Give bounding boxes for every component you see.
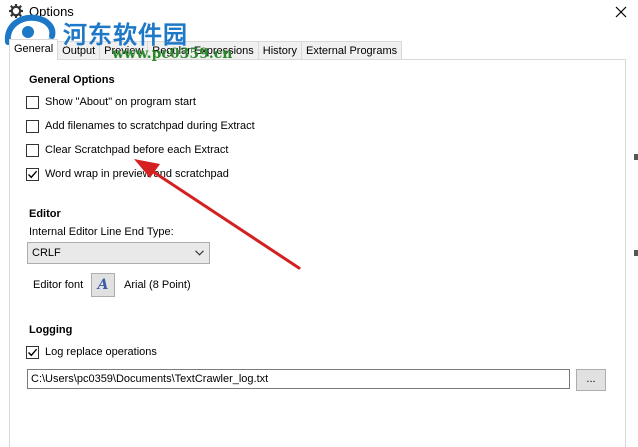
word-wrap-label: Word wrap in preview and scratchpad xyxy=(45,168,229,180)
word-wrap-checkbox-row[interactable]: Word wrap in preview and scratchpad xyxy=(26,166,229,182)
close-icon xyxy=(615,6,627,18)
clear-scratchpad-label: Clear Scratchpad before each Extract xyxy=(45,144,229,156)
line-end-type-select[interactable]: CRLF xyxy=(27,242,210,264)
checkmark-icon xyxy=(28,348,38,356)
show-about-label: Show "About" on program start xyxy=(45,96,196,108)
checkmark-icon xyxy=(28,170,38,178)
add-filenames-checkbox[interactable] xyxy=(26,119,39,133)
general-options-heading: General Options xyxy=(29,74,115,86)
watermark-url: www.pc0359.cn xyxy=(112,46,233,62)
line-end-type-value: CRLF xyxy=(32,247,61,259)
edge-mark xyxy=(634,250,638,256)
clear-scratchpad-checkbox[interactable] xyxy=(26,143,39,157)
editor-heading: Editor xyxy=(29,208,61,220)
font-picker-button[interactable]: A xyxy=(91,273,115,297)
log-replace-checkbox[interactable] xyxy=(26,345,39,359)
clear-scratchpad-checkbox-row[interactable]: Clear Scratchpad before each Extract xyxy=(26,142,228,158)
log-path-input[interactable]: C:\Users\pc0359\Documents\TextCrawler_lo… xyxy=(27,369,570,389)
watermark-text: 河东软件园 xyxy=(63,20,188,49)
word-wrap-checkbox[interactable] xyxy=(26,167,39,181)
options-window: Options General Output Preview Regular E… xyxy=(0,0,638,447)
add-filenames-label: Add filenames to scratchpad during Extra… xyxy=(45,120,255,132)
add-filenames-checkbox-row[interactable]: Add filenames to scratchpad during Extra… xyxy=(26,118,255,134)
close-button[interactable] xyxy=(604,0,638,24)
line-end-type-label: Internal Editor Line End Type: xyxy=(29,226,174,238)
browse-log-path-button[interactable]: ... xyxy=(576,369,606,391)
editor-font-value: Arial (8 Point) xyxy=(124,279,191,291)
edge-mark xyxy=(634,154,638,160)
tab-general[interactable]: General xyxy=(9,39,59,60)
show-about-checkbox-row[interactable]: Show "About" on program start xyxy=(26,94,196,110)
font-icon: A xyxy=(97,277,109,293)
editor-font-label: Editor font xyxy=(33,279,84,291)
log-replace-label: Log replace operations xyxy=(45,346,157,358)
tab-external-programs[interactable]: External Programs xyxy=(301,41,403,60)
tab-history[interactable]: History xyxy=(257,41,303,60)
chevron-down-icon xyxy=(195,250,204,256)
log-replace-checkbox-row[interactable]: Log replace operations xyxy=(26,344,157,360)
logging-heading: Logging xyxy=(29,324,73,336)
show-about-checkbox[interactable] xyxy=(26,95,39,109)
